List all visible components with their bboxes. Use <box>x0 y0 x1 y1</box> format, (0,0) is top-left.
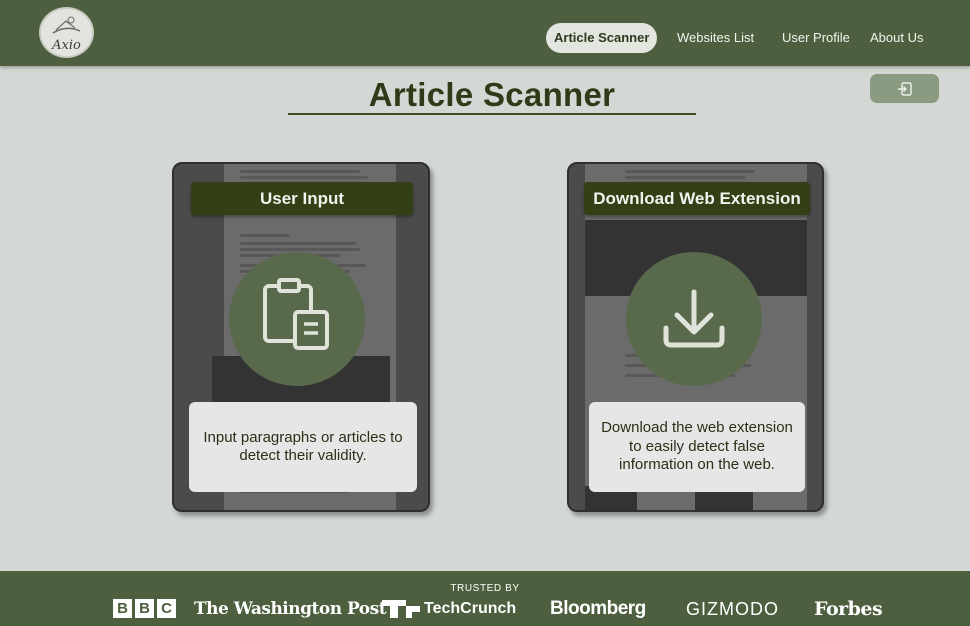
download-icon-circle[interactable] <box>626 252 762 386</box>
brand-bloomberg-logo: Bloomberg <box>550 598 646 619</box>
nav-websites-list[interactable]: Websites List <box>677 23 754 53</box>
logo-text: Axio <box>52 38 81 53</box>
nav-user-profile[interactable]: User Profile <box>782 23 850 53</box>
user-input-card[interactable]: User Input Input paragraphs or articles … <box>172 162 430 512</box>
logout-icon <box>898 82 912 96</box>
web-extension-card[interactable]: Download Web Extension Download the web … <box>567 162 824 512</box>
techcrunch-text: TechCrunch <box>424 600 517 617</box>
clipboard-icon <box>263 278 329 350</box>
brand-washington-post-logo: The Washington Post <box>194 599 387 619</box>
nav-article-scanner[interactable]: Article Scanner <box>546 23 658 53</box>
nav-about-us[interactable]: About Us <box>870 23 923 53</box>
logout-button[interactable] <box>870 74 939 103</box>
page-title: Article Scanner <box>368 76 616 113</box>
top-navbar: Axio Article Scanner Websites List User … <box>0 0 970 66</box>
axio-logo[interactable]: Axio <box>39 7 94 58</box>
web-extension-description: Download the web extension to easily det… <box>589 402 805 492</box>
trusted-by-label: TRUSTED BY <box>450 583 520 594</box>
download-icon <box>663 289 725 348</box>
brand-gizmodo-logo: GIZMODO <box>686 599 779 619</box>
user-input-icon-circle[interactable] <box>229 252 365 386</box>
techcrunch-tc-icon <box>382 599 420 618</box>
brand-forbes-logo: Forbes <box>814 598 883 620</box>
footer: TRUSTED BY BBC The Washington Post TechC… <box>0 571 970 626</box>
web-extension-label: Download Web Extension <box>584 182 810 215</box>
user-input-label: User Input <box>191 182 413 215</box>
user-input-description: Input paragraphs or articles to detect t… <box>189 402 417 492</box>
title-underline <box>288 113 696 115</box>
brand-bbc-logo: BBC <box>113 597 179 621</box>
brand-techcrunch-logo: TechCrunch <box>382 597 516 621</box>
